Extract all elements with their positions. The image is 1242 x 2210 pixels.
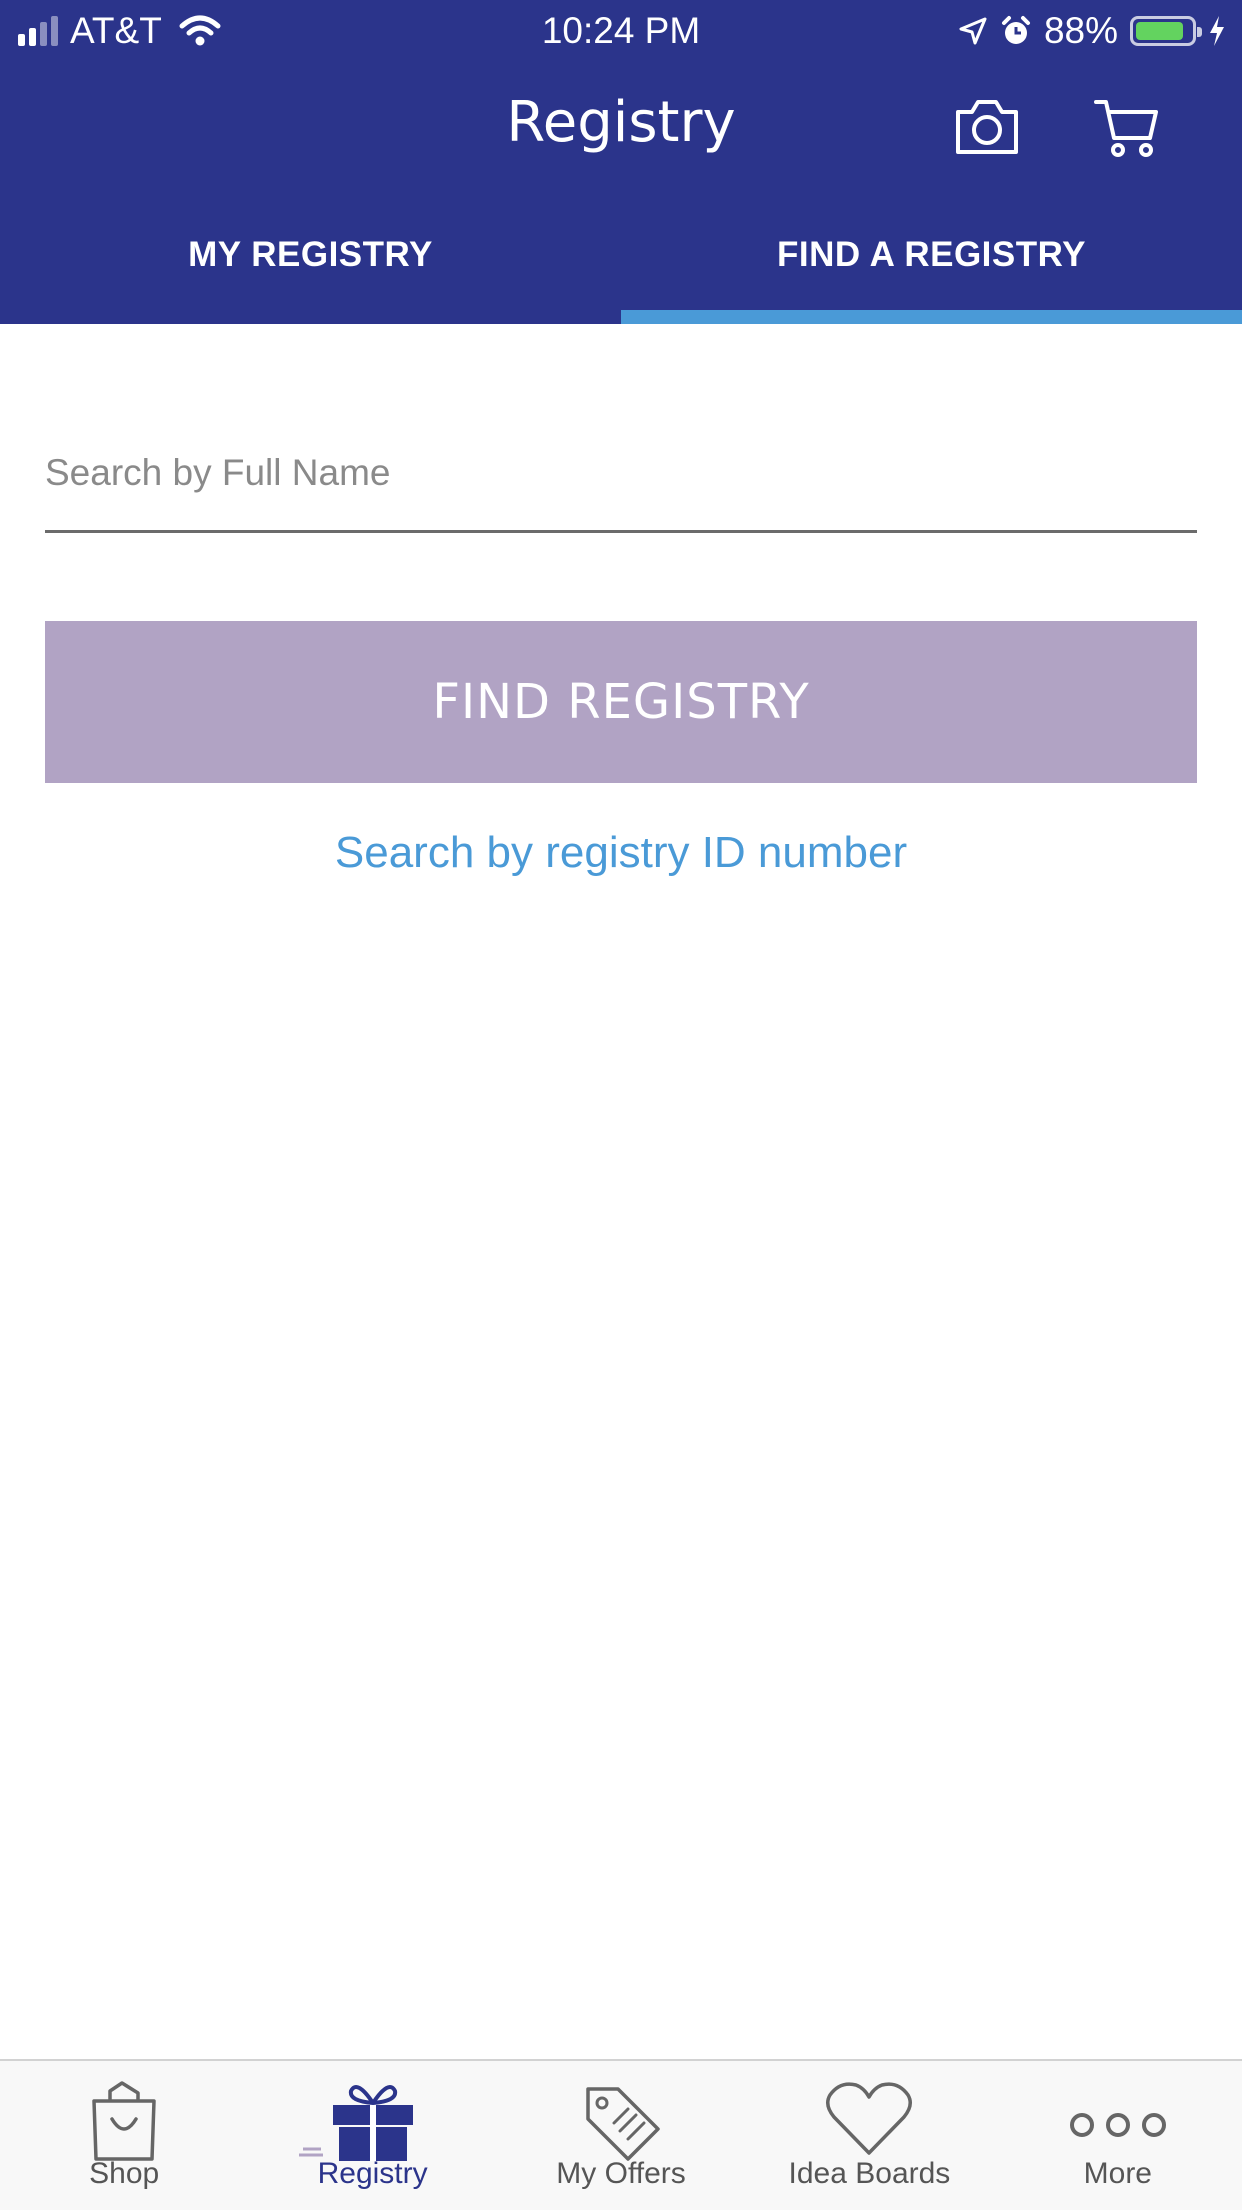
tab-my-registry[interactable]: MY REGISTRY [0,212,621,324]
nav-my-offers[interactable]: My Offers [497,2061,745,2210]
nav-label: Registry [317,2157,428,2190]
find-registry-button[interactable]: FIND REGISTRY [45,621,1197,783]
app-header: AT&T 10:24 PM 88% Registry MY REGISTRY F… [0,0,1242,324]
tab-label: MY REGISTRY [188,235,433,274]
nav-label: Idea Boards [788,2157,951,2190]
camera-button[interactable] [952,92,1022,162]
battery-icon [1130,16,1202,46]
tab-bar: MY REGISTRY FIND A REGISTRY [0,212,1242,324]
tab-selected-indicator [621,310,1242,324]
cart-button[interactable] [1092,92,1162,162]
status-bar: AT&T 10:24 PM 88% [0,0,1242,62]
nav-label: More [1083,2157,1152,2190]
camera-icon [956,100,1018,154]
shopping-bag-icon [92,2081,156,2161]
bottom-nav: Shop Registry My Offers Idea Boards More [0,2059,1242,2210]
location-icon [959,17,987,45]
tag-icon [586,2087,660,2161]
nav-more[interactable]: More [994,2061,1242,2210]
full-name-search-input[interactable] [45,440,1197,506]
cart-icon [1094,100,1158,157]
tab-find-a-registry[interactable]: FIND A REGISTRY [621,212,1242,324]
nav-idea-boards[interactable]: Idea Boards [745,2061,993,2210]
battery-percent: 88% [1043,10,1118,51]
more-dots-icon [1069,2113,1166,2137]
nav-registry[interactable]: Registry [248,2061,496,2210]
search-by-id-link[interactable]: Search by registry ID number [0,828,1242,878]
search-field [45,440,1197,533]
gift-icon [298,2085,413,2161]
tab-label: FIND A REGISTRY [777,235,1086,274]
nav-shop[interactable]: Shop [0,2061,248,2210]
nav-label: Shop [89,2157,160,2190]
alarm-icon [1001,16,1030,44]
status-right: 88% [958,10,1226,52]
nav-label: My Offers [556,2157,686,2190]
charging-icon [1210,16,1224,46]
heart-icon [826,2082,913,2155]
page-title: Registry [506,90,736,155]
